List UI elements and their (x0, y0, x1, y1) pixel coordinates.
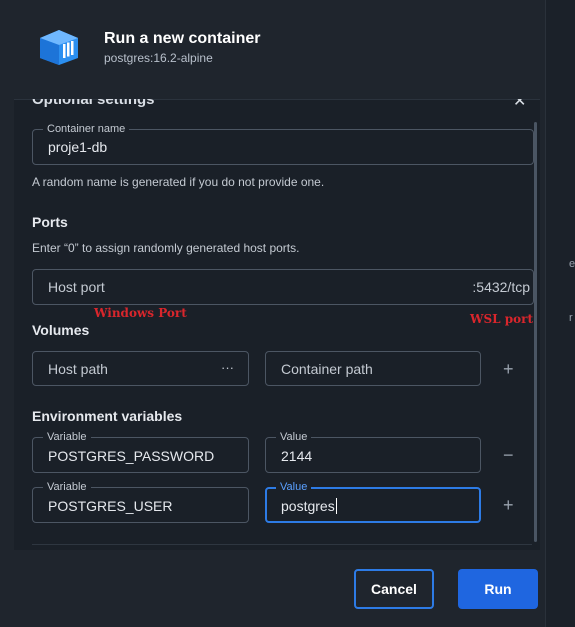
divider (32, 544, 532, 545)
env-value-value: postgres (281, 498, 337, 514)
env-value-input[interactable]: Value postgres (265, 480, 481, 523)
container-path-input[interactable]: Container path (265, 351, 481, 386)
background-text-fragment: r (569, 312, 573, 324)
env-variable-value: POSTGRES_USER (48, 498, 173, 514)
container-port-label: :5432/tcp (472, 279, 530, 295)
env-variable-input[interactable]: Variable POSTGRES_PASSWORD (32, 430, 249, 473)
ports-help: Enter “0” to assign randomly generated h… (32, 241, 300, 255)
env-variable-value: POSTGRES_PASSWORD (48, 448, 215, 464)
env-heading: Environment variables (32, 408, 183, 424)
wsl-port-annotation: WSL port (470, 312, 534, 326)
host-path-placeholder: Host path (48, 361, 108, 377)
env-value-value: 2144 (281, 448, 313, 464)
env-value-label: Value (276, 430, 312, 444)
host-path-input[interactable]: Host path ··· (32, 351, 249, 386)
ports-heading: Ports (32, 214, 68, 230)
volumes-heading: Volumes (32, 322, 90, 338)
background-text-fragment: e (569, 258, 575, 270)
dialog-title: Run a new container (104, 30, 261, 47)
env-value-label: Value (276, 480, 312, 494)
optional-settings-heading[interactable]: Optional settings (32, 99, 155, 108)
windows-port-annotation: Windows Port (94, 306, 187, 320)
image-tag: postgres:16.2-alpine (104, 51, 213, 65)
env-value-text: postgres (281, 498, 335, 514)
env-value-input[interactable]: Value 2144 (265, 430, 481, 473)
text-caret (335, 498, 337, 514)
cancel-button[interactable]: Cancel (354, 569, 434, 609)
container-name-value: proje1-db (48, 139, 108, 155)
add-volume-button[interactable]: + (503, 360, 514, 378)
env-variable-label: Variable (43, 430, 91, 444)
scrollbar[interactable] (534, 122, 537, 542)
container-logo-icon (40, 30, 78, 65)
browse-icon[interactable]: ··· (221, 360, 234, 375)
add-env-button[interactable]: + (503, 496, 514, 514)
collapse-icon[interactable]: ✕ (513, 99, 526, 111)
run-button[interactable]: Run (458, 569, 538, 609)
container-name-field[interactable]: Container name proje1-db (32, 122, 534, 165)
container-name-help: A random name is generated if you do not… (32, 175, 325, 189)
host-port-placeholder: Host port (48, 279, 105, 295)
container-path-placeholder: Container path (281, 361, 373, 377)
remove-env-button[interactable]: − (503, 446, 514, 464)
env-variable-input[interactable]: Variable POSTGRES_USER (32, 480, 249, 523)
host-port-input[interactable]: Host port :5432/tcp (32, 269, 534, 305)
env-variable-label: Variable (43, 480, 91, 494)
container-name-label: Container name (43, 122, 130, 136)
